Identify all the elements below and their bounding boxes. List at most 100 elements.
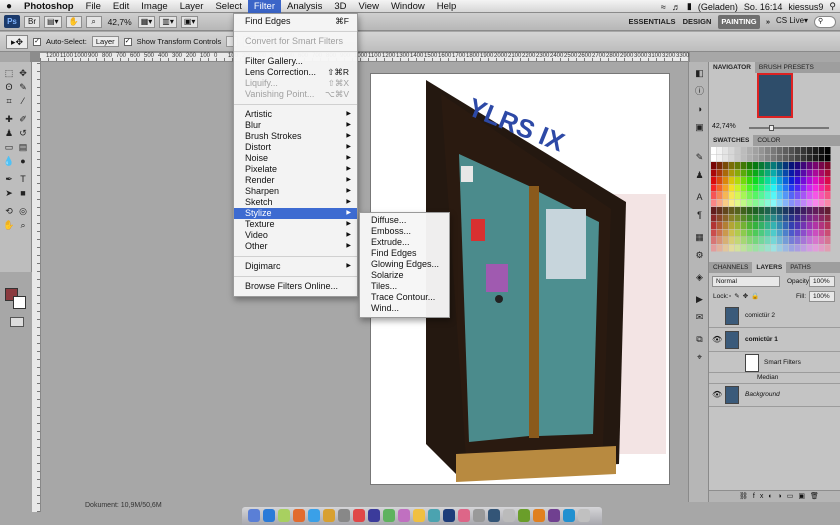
- layers-panel-footer[interactable]: ⛓fx◐◑▭▣🗑: [709, 490, 840, 502]
- stylize-item-wind[interactable]: Wind...: [360, 303, 449, 314]
- paragraph-panel-icon[interactable]: ¶: [694, 210, 705, 221]
- layer-row-median[interactable]: Median: [709, 373, 840, 384]
- swatch[interactable]: [789, 169, 795, 177]
- menu-analysis[interactable]: Analysis: [281, 0, 328, 13]
- history-panel-icon[interactable]: ◧: [694, 68, 705, 79]
- dock-app-icon[interactable]: [518, 509, 530, 522]
- filter-menu-item-lens-correction[interactable]: Lens Correction... ⇧⌘R: [234, 67, 357, 78]
- swatch[interactable]: [801, 207, 807, 214]
- brush-tool-icon[interactable]: ✐: [17, 114, 29, 125]
- swatch[interactable]: [813, 199, 819, 207]
- notes-panel-icon[interactable]: ✉: [694, 312, 705, 323]
- dock-app-icon[interactable]: [413, 509, 425, 522]
- swatch[interactable]: [825, 244, 831, 252]
- swatch[interactable]: [771, 177, 777, 184]
- swatch[interactable]: [741, 192, 747, 199]
- swatch[interactable]: [819, 177, 825, 184]
- stylize-item-glowing-edges[interactable]: Glowing Edges...: [360, 259, 449, 270]
- vertical-ruler[interactable]: [32, 62, 41, 512]
- styles-panel-icon[interactable]: ▦: [694, 232, 705, 243]
- swatch[interactable]: [741, 147, 747, 154]
- swatch[interactable]: [807, 192, 813, 199]
- swatch[interactable]: [723, 192, 729, 199]
- navigator-thumbnail[interactable]: [757, 73, 793, 118]
- filter-menu-item-filter-gallery[interactable]: Filter Gallery...: [234, 56, 357, 67]
- dock-app-icon[interactable]: [533, 509, 545, 522]
- swatch[interactable]: [783, 192, 789, 199]
- swatch[interactable]: [729, 214, 735, 222]
- swatch[interactable]: [759, 192, 765, 199]
- swatch[interactable]: [729, 237, 735, 244]
- swatch[interactable]: [711, 184, 717, 192]
- swatch[interactable]: [747, 169, 753, 177]
- dock-app-icon[interactable]: [263, 509, 275, 522]
- swatch[interactable]: [825, 207, 831, 214]
- swatch[interactable]: [741, 177, 747, 184]
- swatch[interactable]: [753, 154, 759, 162]
- swatch[interactable]: [777, 192, 783, 199]
- swatch[interactable]: [729, 222, 735, 229]
- user-name[interactable]: kiessus9: [788, 2, 823, 12]
- swatch[interactable]: [729, 154, 735, 162]
- swatch[interactable]: [807, 229, 813, 237]
- stylize-item-solarize[interactable]: Solarize: [360, 270, 449, 281]
- swatch[interactable]: [807, 177, 813, 184]
- dock-app-icon[interactable]: [278, 509, 290, 522]
- swatch[interactable]: [717, 184, 723, 192]
- swatch[interactable]: [789, 154, 795, 162]
- workspace-more[interactable]: »: [763, 15, 773, 29]
- swatch[interactable]: [729, 162, 735, 169]
- dock-app-icon[interactable]: [248, 509, 260, 522]
- swatch[interactable]: [747, 192, 753, 199]
- info-panel-icon[interactable]: ⓘ: [694, 86, 705, 97]
- spotlight-icon[interactable]: ⚲: [829, 1, 836, 12]
- swatch[interactable]: [801, 244, 807, 252]
- zoom-tool-button[interactable]: ⌕: [85, 15, 102, 28]
- swatch[interactable]: [723, 169, 729, 177]
- masks-panel-icon[interactable]: ▣: [694, 122, 705, 133]
- swatch[interactable]: [735, 207, 741, 214]
- swatch[interactable]: [753, 229, 759, 237]
- swatch[interactable]: [711, 222, 717, 229]
- swatch[interactable]: [765, 199, 771, 207]
- battery-icon[interactable]: ▮: [687, 1, 692, 12]
- swatch[interactable]: [777, 237, 783, 244]
- swatch[interactable]: [729, 184, 735, 192]
- swatch[interactable]: [777, 229, 783, 237]
- swatch[interactable]: [747, 184, 753, 192]
- swatch[interactable]: [735, 214, 741, 222]
- workspace-essentials[interactable]: ESSENTIALS: [628, 15, 676, 29]
- swatch[interactable]: [747, 154, 753, 162]
- arrange-documents-button[interactable]: ▥▾: [159, 15, 177, 28]
- extras-button[interactable]: ▤▾: [44, 15, 62, 28]
- move-tool-icon[interactable]: ✥: [17, 68, 29, 79]
- fill-input[interactable]: 100%: [809, 291, 835, 302]
- swatch[interactable]: [771, 229, 777, 237]
- swatch[interactable]: [723, 229, 729, 237]
- dock-app-icon[interactable]: [383, 509, 395, 522]
- tab-swatches[interactable]: SWATCHES: [709, 135, 754, 146]
- swatch[interactable]: [801, 162, 807, 169]
- swatch[interactable]: [759, 237, 765, 244]
- swatch[interactable]: [735, 222, 741, 229]
- swatch[interactable]: [825, 214, 831, 222]
- swatch[interactable]: [753, 147, 759, 154]
- eyedropper-tool-icon[interactable]: ⁄: [17, 96, 29, 107]
- swatch[interactable]: [795, 154, 801, 162]
- opacity-input[interactable]: 100%: [809, 276, 835, 287]
- search-input[interactable]: ⚲: [814, 16, 836, 28]
- dock-app-icon[interactable]: [293, 509, 305, 522]
- swatch[interactable]: [765, 184, 771, 192]
- swatch[interactable]: [819, 169, 825, 177]
- swatch[interactable]: [753, 177, 759, 184]
- swatch[interactable]: [717, 147, 723, 154]
- swatch[interactable]: [819, 192, 825, 199]
- layer-row[interactable]: 👁 comictür 1: [709, 329, 840, 352]
- clone-source-panel-icon[interactable]: ♟: [694, 170, 705, 181]
- swatch[interactable]: [717, 192, 723, 199]
- swatch[interactable]: [771, 237, 777, 244]
- swatch[interactable]: [735, 162, 741, 169]
- swatch[interactable]: [717, 162, 723, 169]
- swatch[interactable]: [813, 184, 819, 192]
- swatch[interactable]: [783, 207, 789, 214]
